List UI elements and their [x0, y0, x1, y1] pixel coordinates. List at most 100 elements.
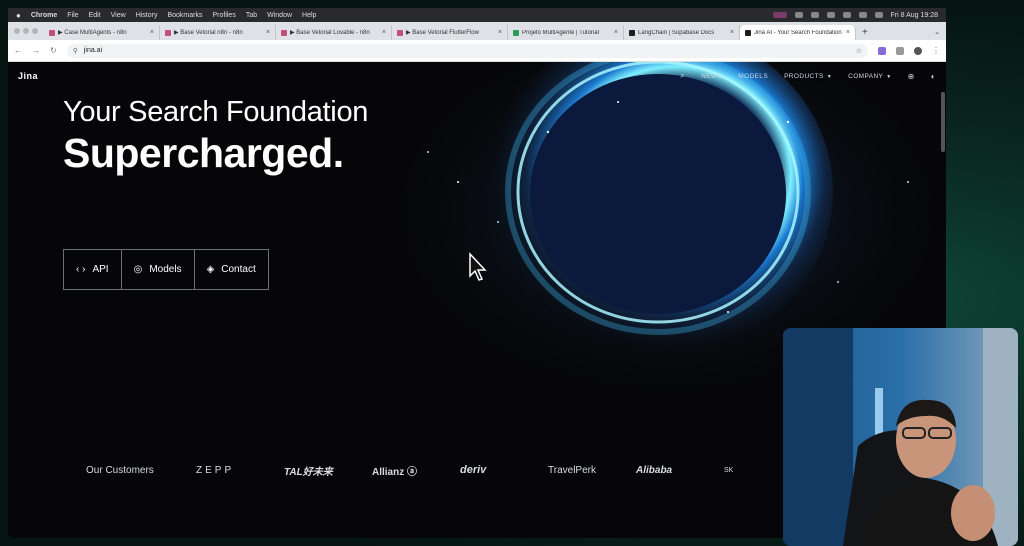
tab-title: ▶ Case MultiAgents - n8n	[58, 30, 127, 36]
tab-title: Projeto MultiAgente | Tutorial	[522, 29, 599, 36]
models-button-label: Models	[149, 264, 182, 275]
status-icon[interactable]	[810, 12, 819, 18]
apple-icon[interactable]: ●	[16, 11, 21, 20]
menu-view[interactable]: View	[111, 12, 126, 19]
status-icon[interactable]	[794, 12, 803, 18]
reload-icon[interactable]: ↻	[50, 46, 57, 55]
browser-tab[interactable]: ▶ Case MultiAgents - n8n ×	[44, 25, 160, 40]
api-button-label: API	[92, 264, 109, 275]
tab-search-chevron-icon[interactable]: ⌄	[928, 25, 946, 40]
n8n-favicon-icon	[281, 29, 287, 36]
close-tab-icon[interactable]: ×	[614, 29, 618, 36]
status-icon[interactable]	[826, 12, 835, 18]
mouse-cursor-icon	[469, 252, 487, 281]
customer-logo-tal: TAL好未来	[284, 466, 333, 478]
chevron-down-icon: ▼	[826, 73, 833, 80]
theme-toggle-icon[interactable]: ◐	[931, 72, 936, 81]
browser-tab[interactable]: ▶ Base Vetorial n8n - n8n ×	[160, 25, 276, 40]
close-tab-icon[interactable]: ×	[730, 29, 734, 36]
browser-tab-active[interactable]: Jina AI - Your Search Foundation ×	[740, 25, 856, 40]
tab-title: LangChain | Supabase Docs	[638, 29, 715, 36]
handshake-icon: ◈	[206, 264, 215, 275]
tab-title: Jina AI - Your Search Foundation	[754, 29, 842, 36]
site-nav: ⌕ NEWS MODELS PRODUCTS ▼ COMPANY ▼ ⊕ ◐	[680, 71, 936, 81]
jina-favicon-icon	[745, 29, 751, 36]
nav-products-label: PRODUCTS	[784, 72, 824, 80]
window-controls	[14, 22, 44, 40]
wifi-icon[interactable]	[858, 12, 867, 18]
hero-title-line1: Your Search Foundation	[63, 96, 369, 128]
menu-bookmarks[interactable]: Bookmarks	[167, 12, 202, 19]
url-text: jina.ai	[83, 47, 103, 54]
tutorial-favicon-icon	[513, 29, 519, 36]
browser-tab[interactable]: LangChain | Supabase Docs ×	[624, 25, 740, 40]
browser-tab[interactable]: ▶ Base Vetorial Lovable - n8n ×	[276, 25, 392, 40]
menu-window[interactable]: Window	[267, 12, 292, 19]
new-tab-icon[interactable]: +	[856, 25, 874, 40]
maximize-window-icon[interactable]	[32, 28, 38, 34]
api-button[interactable]: ‹ › API	[64, 250, 122, 289]
n8n-favicon-icon	[49, 29, 55, 36]
supabase-favicon-icon	[629, 29, 635, 36]
customer-logo-travelperk: TravelPerk	[548, 464, 596, 476]
browser-tab[interactable]: ▶ Base Vetorial FlutterFlow ×	[392, 25, 508, 40]
menu-file[interactable]: File	[67, 12, 78, 19]
models-button[interactable]: ◎ Models	[122, 250, 195, 289]
menu-tab[interactable]: Tab	[246, 12, 257, 19]
status-area: Fri 8 Aug 19:28	[772, 12, 938, 19]
recording-icon[interactable]	[772, 12, 787, 18]
menubar-clock[interactable]: Fri 8 Aug 19:28	[891, 12, 938, 19]
close-tab-icon[interactable]: ×	[498, 29, 502, 36]
nav-models[interactable]: MODELS	[738, 73, 768, 80]
browser-menu-icon[interactable]: ⋮	[932, 46, 940, 55]
screen: ● Chrome File Edit View History Bookmark…	[0, 0, 1024, 546]
webcam-overlay-image	[783, 328, 1018, 546]
menu-help[interactable]: Help	[302, 12, 316, 19]
models-icon: ◎	[133, 264, 143, 275]
nav-products[interactable]: PRODUCTS ▼	[784, 73, 832, 80]
nav-company[interactable]: COMPANY ▼	[848, 73, 892, 80]
menu-history[interactable]: History	[136, 12, 158, 19]
n8n-favicon-icon	[165, 29, 171, 36]
contact-button-label: Contact	[221, 264, 256, 275]
globe-icon[interactable]: ⊕	[908, 72, 915, 81]
nav-news[interactable]: NEWS	[701, 73, 722, 80]
macos-menubar: ● Chrome File Edit View History Bookmark…	[8, 8, 946, 22]
hero-title-line2: Supercharged.	[63, 130, 344, 176]
search-icon[interactable]	[874, 12, 883, 18]
chevron-down-icon: ▼	[886, 73, 892, 80]
close-window-icon[interactable]	[14, 28, 20, 34]
menu-edit[interactable]: Edit	[89, 12, 101, 19]
close-tab-icon[interactable]: ×	[846, 29, 850, 36]
close-tab-icon[interactable]: ×	[150, 29, 154, 36]
hero-cta-group: ‹ › API ◎ Models ◈ Contact	[63, 249, 269, 290]
site-header: Jina ⌕ NEWS MODELS PRODUCTS ▼ COMPANY ▼ ⊕ …	[8, 62, 946, 90]
contact-button[interactable]: ◈ Contact	[195, 250, 268, 289]
menubar-app-name[interactable]: Chrome	[31, 12, 57, 19]
close-tab-icon[interactable]: ×	[266, 29, 270, 36]
bookmark-star-icon[interactable]: ☆	[856, 47, 862, 55]
address-bar-row: ← → ↻ ⚲ jina.ai ☆ ⋮	[8, 40, 946, 62]
tab-title: ▶ Base Vetorial Lovable - n8n	[290, 30, 370, 36]
tab-title: ▶ Base Vetorial n8n - n8n	[174, 30, 243, 36]
status-icon[interactable]	[842, 12, 851, 18]
extensions-puzzle-icon[interactable]	[896, 46, 904, 55]
menu-profiles[interactable]: Profiles	[212, 12, 235, 19]
search-icon[interactable]: ⌕	[680, 71, 685, 81]
forward-icon[interactable]: →	[32, 46, 40, 55]
page-scrollbar[interactable]	[941, 92, 945, 152]
customer-logo-allianz: Allianz ⓐ	[372, 466, 418, 478]
customer-logo-zepp: ZEPP	[196, 464, 235, 476]
customers-label: Our Customers	[86, 464, 154, 476]
profile-avatar-icon[interactable]	[914, 46, 922, 55]
customer-logo-deriv: deriv	[460, 464, 487, 476]
minimize-window-icon[interactable]	[23, 28, 29, 34]
browser-tab[interactable]: Projeto MultiAgente | Tutorial ×	[508, 25, 624, 40]
extension-icon[interactable]	[878, 46, 886, 55]
jina-logo[interactable]: Jina	[18, 71, 38, 81]
site-info-icon[interactable]: ⚲	[73, 47, 78, 55]
close-tab-icon[interactable]: ×	[382, 29, 386, 36]
back-icon[interactable]: ←	[14, 46, 22, 55]
url-field[interactable]: ⚲ jina.ai ☆	[66, 43, 868, 58]
customer-logo-alibaba: Alibaba	[636, 464, 673, 476]
